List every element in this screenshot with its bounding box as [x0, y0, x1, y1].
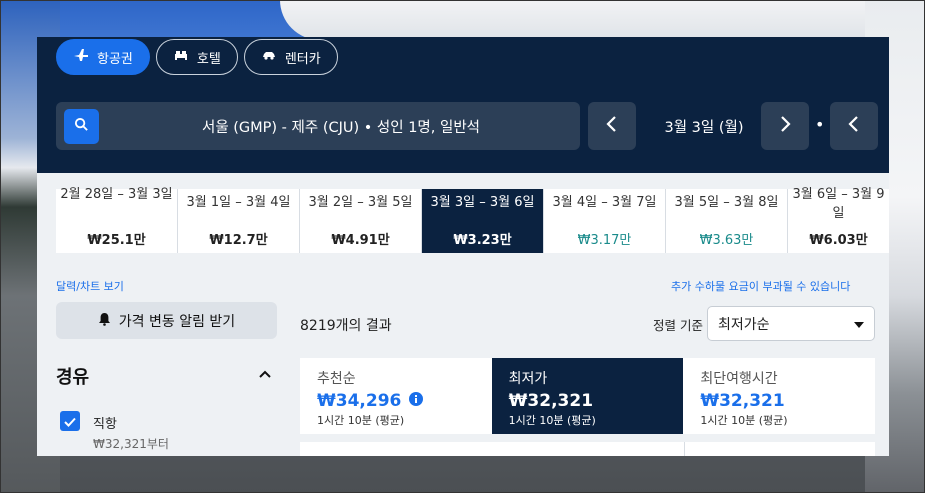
tab-hotels[interactable]: 호텔	[155, 39, 238, 75]
date-range: 3월 1일 – 3월 4일	[186, 195, 291, 210]
airplane-top-photo	[280, 0, 900, 40]
date-range: 3월 3일 – 3월 6일	[430, 195, 535, 210]
tab-cars[interactable]: 렌터카	[243, 39, 338, 75]
prev-return-date-button[interactable]	[830, 102, 878, 150]
date-price: ₩4.91만	[331, 233, 390, 248]
chevron-left-icon	[605, 115, 619, 137]
sort-tab-title: 최저가	[508, 371, 548, 387]
sort-tab-duration: 1시간 10분 (평균)	[700, 414, 788, 427]
date-cell[interactable]: 3월 4일 – 3월 7일 ₩3.17만	[544, 189, 666, 253]
search-button[interactable]	[64, 109, 99, 144]
sort-tab-duration: 1시간 10분 (평균)	[317, 414, 405, 427]
product-tabs: 항공권 호텔 렌터카	[56, 39, 338, 75]
date-cell-selected[interactable]: 3월 3일 – 3월 6일 ₩3.23만	[422, 189, 544, 253]
separator-dot: •	[815, 115, 825, 134]
tab-flights[interactable]: 항공권	[56, 39, 150, 75]
direct-checkbox[interactable]	[60, 411, 80, 431]
caret-down-icon	[854, 316, 864, 332]
sort-tab-cheapest[interactable]: 최저가 ₩32,321 1시간 10분 (평균)	[491, 358, 684, 434]
app-panel: 항공권 호텔 렌터카 서울 (GMP) - 제주 (CJU) • 성인 1명, …	[37, 37, 889, 456]
date-price: ₩3.63만	[699, 233, 754, 248]
chevron-left-icon	[847, 115, 861, 137]
info-icon[interactable]	[409, 391, 424, 411]
search-icon	[74, 117, 89, 136]
date-cell[interactable]: 3월 5일 – 3월 8일 ₩3.63만	[666, 189, 788, 253]
result-card[interactable]	[300, 442, 875, 456]
chevron-up-icon[interactable]	[259, 363, 271, 382]
sort-label: 정렬 기준	[653, 318, 703, 333]
sort-tab-price: ₩32,321	[700, 391, 785, 411]
date-price: ₩25.1만	[87, 233, 146, 248]
departure-date[interactable]: 3월 3일 (월)	[649, 102, 759, 150]
date-price: ₩3.17만	[577, 233, 632, 248]
tab-label: 렌터카	[284, 51, 321, 67]
date-cell[interactable]: 3월 1일 – 3월 4일 ₩12.7만	[178, 189, 300, 253]
date-price: ₩3.23만	[453, 233, 512, 248]
date-price: ₩6.03만	[809, 233, 868, 248]
sort-tab-shortest[interactable]: 최단여행시간 ₩32,321 1시간 10분 (평균)	[683, 358, 876, 434]
date-cell[interactable]: 3월 6일 – 3월 9일 ₩6.03만	[788, 187, 889, 253]
results-count: 8219개의 결과	[300, 318, 392, 334]
chevron-right-icon	[778, 115, 792, 137]
bell-icon	[98, 312, 111, 330]
prev-date-button[interactable]	[588, 102, 636, 150]
sort-tab-price-value: ₩34,296	[317, 391, 402, 411]
tab-label: 호텔	[196, 51, 221, 67]
sort-tab-duration: 1시간 10분 (평균)	[508, 414, 596, 427]
price-alert-button[interactable]: 가격 변동 알림 받기	[56, 302, 277, 339]
sort-tab-recommended[interactable]: 추천순 ₩34,296 1시간 10분 (평균)	[300, 358, 492, 434]
date-price-strip: 2월 28일 – 3월 3일 ₩25.1만 3월 1일 – 3월 4일 ₩12.…	[56, 187, 889, 253]
checkmark-icon	[64, 412, 76, 431]
car-icon	[261, 47, 277, 67]
calendar-chart-link[interactable]: 달력/차트 보기	[56, 278, 124, 294]
top-bar: 항공권 호텔 렌터카 서울 (GMP) - 제주 (CJU) • 성인 1명, …	[37, 37, 889, 173]
sort-value: 최저가순	[718, 316, 770, 333]
next-date-button[interactable]	[761, 102, 809, 150]
sort-tabs: 추천순 ₩34,296 1시간 10분 (평균) 최저가 ₩32,321 1시간…	[300, 358, 876, 434]
date-range: 3월 4일 – 3월 7일	[552, 195, 657, 210]
baggage-fee-link[interactable]: 추가 수하물 요금이 부과될 수 있습니다	[671, 278, 850, 294]
date-cell[interactable]: 2월 28일 – 3월 3일 ₩25.1만	[56, 187, 178, 253]
search-summary-box[interactable]: 서울 (GMP) - 제주 (CJU) • 성인 1명, 일반석	[56, 102, 580, 150]
tab-label: 항공권	[97, 51, 133, 67]
stops-filter-title: 경유	[56, 367, 90, 388]
direct-label: 직항	[93, 417, 117, 432]
date-range: 3월 2일 – 3월 5일	[308, 195, 413, 210]
sort-tab-title: 최단여행시간	[700, 371, 778, 387]
date-cell[interactable]: 3월 2일 – 3월 5일 ₩4.91만	[300, 189, 422, 253]
sort-select[interactable]: 최저가순	[707, 306, 875, 341]
date-price: ₩12.7만	[209, 233, 268, 248]
price-alert-label: 가격 변동 알림 받기	[118, 313, 236, 330]
date-range: 3월 6일 – 3월 9일	[792, 187, 885, 221]
sort-tab-title: 추천순	[317, 371, 356, 387]
sort-tab-price: ₩34,296	[317, 391, 475, 411]
date-range: 2월 28일 – 3월 3일	[60, 187, 173, 202]
direct-price: ₩32,321부터	[93, 437, 169, 451]
bed-icon	[173, 47, 189, 67]
search-summary-text: 서울 (GMP) - 제주 (CJU) • 성인 1명, 일반석	[201, 119, 481, 136]
sort-tab-price: ₩32,321	[508, 391, 594, 411]
date-range: 3월 5일 – 3월 8일	[674, 195, 779, 210]
card-divider	[684, 442, 685, 456]
plane-icon	[73, 47, 89, 67]
